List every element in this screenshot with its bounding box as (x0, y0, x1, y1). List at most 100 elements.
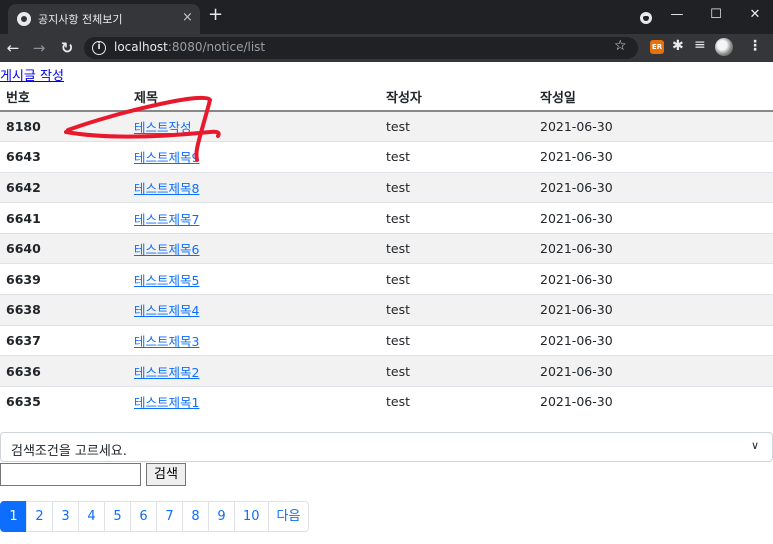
header-date: 작성일 (534, 83, 773, 112)
tab-close-icon[interactable]: × (182, 10, 193, 25)
browser-toolbar: ← → ↻ i localhost:8080/notice/list ☆ ER … (0, 34, 773, 62)
cell-writer: test (380, 263, 534, 295)
table-row: 6642 테스트제목8 test 2021-06-30 (0, 171, 773, 203)
cell-date: 2021-06-30 (534, 324, 773, 356)
extension-icon[interactable]: ER (650, 40, 664, 54)
url-path: :8080/notice/list (167, 40, 266, 54)
search-condition-select[interactable]: 검색조건을 고르세요. ∨ (0, 432, 773, 462)
cell-writer: test (380, 294, 534, 326)
table-header-row: 번호 제목 작성자 작성일 (0, 83, 773, 112)
reload-icon[interactable]: ↻ (56, 37, 78, 59)
new-tab-button[interactable]: + (208, 6, 223, 24)
chevron-down-icon: ∨ (751, 439, 760, 452)
table-row: 6635 테스트제목1 test 2021-06-30 (0, 385, 773, 417)
cell-date: 2021-06-30 (534, 110, 773, 142)
table-row: 6643 테스트제목9 test 2021-06-30 (0, 141, 773, 173)
cell-no: 6640 (0, 232, 128, 264)
next-page-link[interactable]: 다음 (267, 501, 310, 532)
cell-date: 2021-06-30 (534, 232, 773, 264)
cell-no: 6643 (0, 141, 128, 173)
cell-writer: test (380, 355, 534, 387)
page-content: 게시글 작성 번호 제목 작성자 작성일 8180 테스트작성 test 202… (0, 62, 773, 544)
page-link-5[interactable]: 5 (104, 501, 131, 532)
cell-date: 2021-06-30 (534, 141, 773, 173)
cell-writer: test (380, 141, 534, 173)
forward-arrow-icon[interactable]: → (28, 37, 50, 59)
post-title-link[interactable]: 테스트제목1 (134, 395, 199, 410)
cell-no: 6638 (0, 294, 128, 326)
post-title-link[interactable]: 테스트제목8 (134, 181, 199, 196)
cell-no: 6636 (0, 355, 128, 387)
cell-no: 6639 (0, 263, 128, 295)
search-input[interactable] (0, 463, 141, 486)
post-title-link[interactable]: 테스트제목9 (134, 150, 199, 165)
menu-icon[interactable]: ⋮ (748, 38, 762, 54)
table-row: 6639 테스트제목5 test 2021-06-30 (0, 263, 773, 295)
address-bar[interactable]: i localhost:8080/notice/list ☆ (84, 37, 638, 59)
page-link-8[interactable]: 8 (182, 501, 209, 532)
cell-date: 2021-06-30 (534, 355, 773, 387)
cell-writer: test (380, 385, 534, 417)
search-condition-label: 검색조건을 고르세요. (11, 444, 127, 459)
reading-list-icon[interactable]: ≡ (694, 37, 706, 53)
cell-no: 6642 (0, 171, 128, 203)
cell-no: 6641 (0, 202, 128, 234)
url-host: localhost (114, 40, 168, 54)
incognito-icon[interactable] (640, 12, 652, 24)
cell-writer: test (380, 202, 534, 234)
page-link-9[interactable]: 9 (208, 501, 235, 532)
post-title-link[interactable]: 테스트제목2 (134, 365, 199, 380)
notice-table: 번호 제목 작성자 작성일 8180 테스트작성 test 2021-06-30… (0, 83, 773, 417)
post-title-link[interactable]: 테스트제목5 (134, 273, 199, 288)
cell-date: 2021-06-30 (534, 171, 773, 203)
pagination: 1 2 3 4 5 6 7 8 9 10 다음 (0, 501, 310, 532)
header-no: 번호 (0, 83, 128, 112)
cell-date: 2021-06-30 (534, 263, 773, 295)
table-row: 6641 테스트제목7 test 2021-06-30 (0, 202, 773, 234)
cell-writer: test (380, 232, 534, 264)
post-title-link[interactable]: 테스트작성 (134, 120, 192, 135)
post-title-link[interactable]: 테스트제목6 (134, 242, 199, 257)
star-icon[interactable]: ☆ (614, 38, 627, 54)
search-button[interactable]: 검색 (146, 463, 186, 486)
table-row: 6638 테스트제목4 test 2021-06-30 (0, 294, 773, 326)
cell-date: 2021-06-30 (534, 385, 773, 417)
browser-tab[interactable]: 공지사항 전체보기 × (8, 4, 200, 34)
page-link-4[interactable]: 4 (78, 501, 105, 532)
table-row: 8180 테스트작성 test 2021-06-30 (0, 110, 773, 142)
info-icon[interactable]: i (92, 41, 106, 55)
post-title-link[interactable]: 테스트제목7 (134, 212, 199, 227)
minimize-button[interactable]: — (657, 2, 697, 28)
header-writer: 작성자 (380, 83, 534, 112)
cell-no: 8180 (0, 110, 128, 142)
page-link-7[interactable]: 7 (156, 501, 183, 532)
post-title-link[interactable]: 테스트제목3 (134, 334, 199, 349)
maximize-button[interactable]: ☐ (696, 2, 736, 28)
cell-writer: test (380, 324, 534, 356)
table-row: 6636 테스트제목2 test 2021-06-30 (0, 355, 773, 387)
page-link-1[interactable]: 1 (0, 501, 27, 532)
page-link-6[interactable]: 6 (130, 501, 157, 532)
url-text: localhost:8080/notice/list (114, 40, 265, 54)
globe-icon (17, 12, 31, 26)
cell-no: 6635 (0, 385, 128, 417)
avatar[interactable] (715, 38, 733, 56)
post-title-link[interactable]: 테스트제목4 (134, 303, 199, 318)
cell-writer: test (380, 110, 534, 142)
cell-no: 6637 (0, 324, 128, 356)
tab-strip: 공지사항 전체보기 × + — ☐ ✕ (0, 0, 773, 34)
tab-title: 공지사항 전체보기 (38, 13, 123, 26)
cell-date: 2021-06-30 (534, 202, 773, 234)
write-post-link[interactable]: 게시글 작성 (0, 65, 64, 84)
table-row: 6640 테스트제목6 test 2021-06-30 (0, 232, 773, 264)
cell-date: 2021-06-30 (534, 294, 773, 326)
page-link-2[interactable]: 2 (26, 501, 53, 532)
cell-writer: test (380, 171, 534, 203)
back-arrow-icon[interactable]: ← (2, 37, 24, 59)
table-row: 6637 테스트제목3 test 2021-06-30 (0, 324, 773, 356)
puzzle-icon[interactable]: ✱ (672, 38, 684, 54)
page-link-10[interactable]: 10 (234, 501, 269, 532)
close-window-button[interactable]: ✕ (735, 2, 773, 28)
page-link-3[interactable]: 3 (52, 501, 79, 532)
header-title: 제목 (128, 83, 380, 112)
